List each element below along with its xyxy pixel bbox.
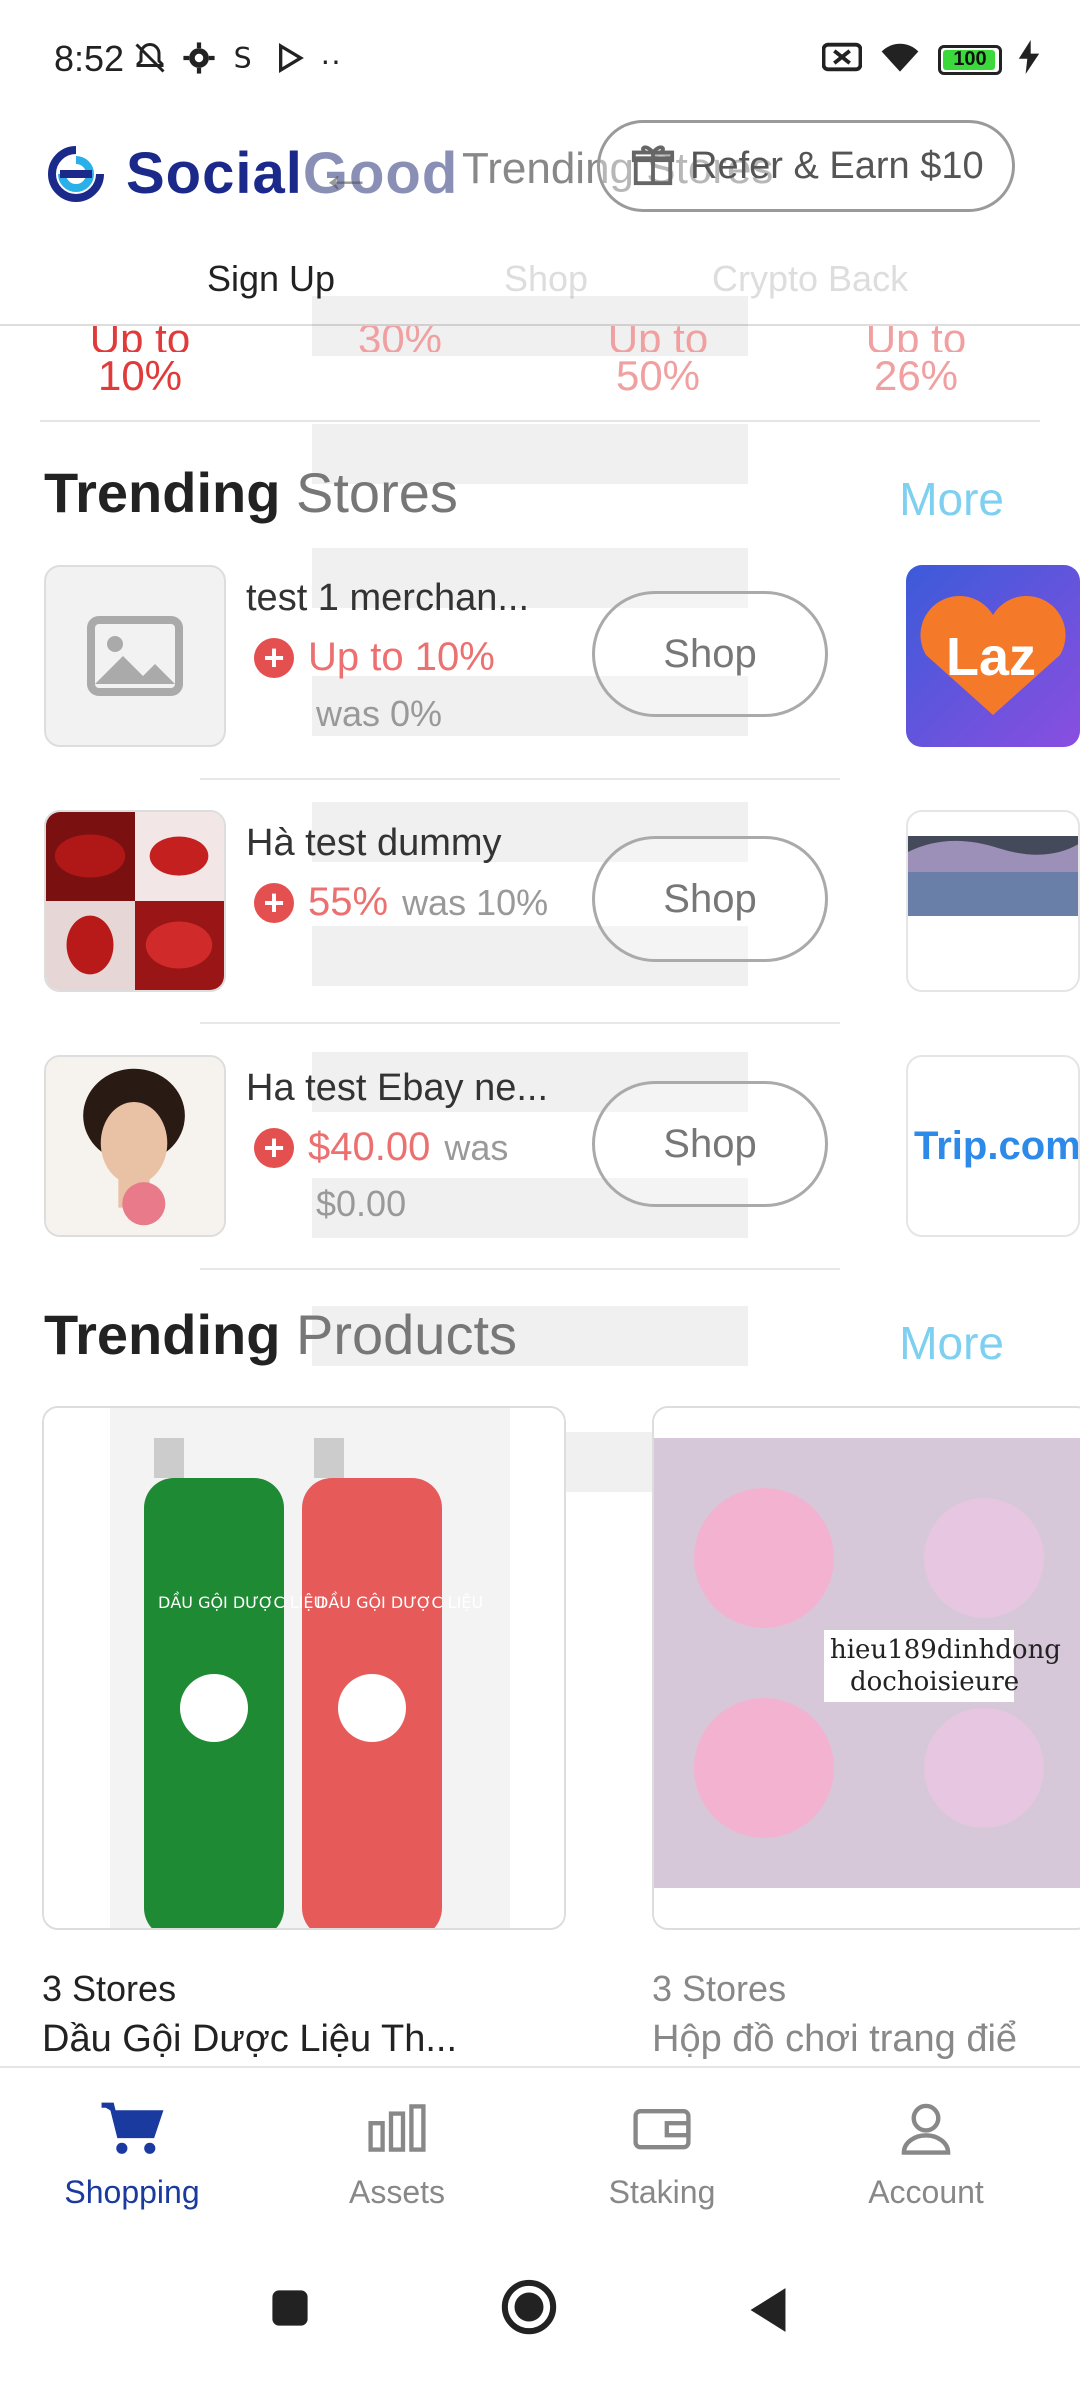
sync-icon: S — [230, 41, 260, 80]
gift-icon — [630, 141, 676, 192]
side-store-thumbnail[interactable]: Trip.com — [906, 1055, 1080, 1237]
charging-icon — [1018, 40, 1040, 79]
product-store-count: 3 Stores — [42, 1968, 177, 2009]
shop-button[interactable]: Shop — [592, 591, 828, 717]
store-row[interactable]: test 1 merchan... + Up to 10% was 0% Sho… — [44, 565, 1080, 755]
store-rate: + $40.00 was — [254, 1125, 508, 1170]
nav-shopping[interactable]: Shopping — [32, 2098, 232, 2211]
trending-products-more-link[interactable]: More — [899, 1316, 1004, 1370]
store-row[interactable]: Hà test dummy + 55% was 10% Shop — [44, 810, 1080, 1000]
system-navigation — [0, 2246, 1080, 2400]
divider — [200, 1268, 840, 1270]
store-was-rate: $0.00 — [316, 1183, 407, 1224]
trending-stores-more-link[interactable]: More — [899, 472, 1004, 526]
gear-icon — [182, 41, 216, 80]
product-card[interactable]: hieu189dinhdong dochoisieure — [652, 1406, 1080, 1930]
shop-button[interactable]: Shop — [592, 836, 828, 962]
product-card[interactable]: DẦU GỘI DƯỢC LIỆU DẦU GỘI DƯỢC LIỆU — [42, 1406, 566, 1930]
store-thumbnail — [44, 565, 226, 747]
product-name: Dầu Gội Dược Liệu Th... — [42, 2018, 458, 2060]
cashback-item[interactable]: 30% — [300, 326, 500, 352]
wallet-icon — [562, 2098, 762, 2158]
app-header: SocialGood ← Trending Stores Refer & Ear… — [0, 120, 1080, 240]
nav-assets[interactable]: Assets — [297, 2098, 497, 2211]
store-rate: + Up to 10% — [254, 635, 495, 680]
recents-button[interactable] — [268, 2286, 312, 2335]
store-thumbnail — [44, 1055, 226, 1237]
svg-text:dochoisieure: dochoisieure — [850, 1667, 1019, 1697]
cashback-strip: Up to 10% 30% Up to 50% Up to 26% — [40, 326, 1040, 422]
plus-icon: + — [254, 1127, 294, 1168]
tab-shop[interactable]: Shop — [504, 258, 588, 300]
tab-sign-up[interactable]: Sign Up — [207, 258, 335, 300]
person-icon — [826, 2098, 1026, 2158]
shop-button[interactable]: Shop — [592, 1081, 828, 1207]
divider — [200, 778, 840, 780]
store-name: Ha test Ebay ne... — [246, 1067, 549, 1109]
store-rate: + 55% was 10% — [254, 880, 548, 925]
status-bar: 8:52 S ·· 100 — [0, 0, 1080, 120]
divider — [200, 1022, 840, 1024]
side-store-thumbnail[interactable]: Laz — [906, 565, 1080, 747]
back-button[interactable] — [746, 2286, 790, 2339]
play-store-icon — [274, 41, 306, 80]
svg-text:hieu189dinhdong: hieu189dinhdong — [830, 1635, 1061, 1665]
product-store-count: 3 Stores — [652, 1968, 787, 2009]
store-row[interactable]: Ha test Ebay ne... + $40.00 was $0.00 Sh… — [44, 1055, 1080, 1245]
side-store-thumbnail[interactable] — [906, 810, 1080, 992]
cashback-item[interactable]: Up to 50% — [558, 326, 758, 400]
status-time: 8:52 — [54, 38, 125, 79]
trending-stores-title: Trending Stores — [44, 461, 458, 524]
product-name: Hộp đồ chơi trang điể — [652, 2018, 1018, 2060]
bottom-navigation: Shopping Assets Staking Account — [0, 2066, 1080, 2246]
store-thumbnail — [44, 810, 226, 992]
cashback-item[interactable]: Up to 10% — [40, 326, 240, 400]
svg-text:Laz: Laz — [946, 627, 1036, 687]
store-name: test 1 merchan... — [246, 577, 530, 619]
back-arrow-icon[interactable]: ← — [318, 140, 374, 205]
refer-earn-label: Refer & Earn $10 — [690, 144, 984, 187]
plus-icon: + — [254, 637, 294, 678]
brand-logo: SocialGood — [40, 140, 458, 207]
overflow-dots: ·· — [320, 42, 342, 78]
home-button[interactable] — [500, 2278, 558, 2341]
svg-text:DẦU GỘI DƯỢC LIỆU: DẦU GỘI DƯỢC LIỆU — [158, 1591, 325, 1612]
status-icons-left: S ·· — [132, 40, 341, 81]
svg-text:DẦU GỘI DƯỢC LIỆU: DẦU GỘI DƯỢC LIỆU — [316, 1591, 483, 1612]
battery-indicator: 100 — [938, 44, 1002, 75]
bell-off-icon — [132, 40, 168, 81]
image-placeholder-icon — [87, 616, 183, 696]
logo-text-a: Social — [126, 141, 303, 206]
refer-earn-button[interactable]: Refer & Earn $10 — [597, 120, 1015, 212]
wifi-icon — [878, 40, 922, 79]
svg-text:S: S — [234, 42, 252, 75]
store-was-rate: was 0% — [316, 693, 443, 734]
cashback-item[interactable]: Up to 26% — [816, 326, 1016, 400]
status-icons-right: 100 — [821, 40, 1040, 79]
tab-crypto-back[interactable]: Crypto Back — [712, 258, 908, 300]
nav-staking[interactable]: Staking — [562, 2098, 762, 2211]
store-name: Hà test dummy — [246, 822, 502, 864]
product-image: hieu189dinhdong dochoisieure — [654, 1408, 1080, 1928]
plus-icon: + — [254, 882, 294, 923]
bar-chart-icon — [297, 2098, 497, 2158]
nav-account[interactable]: Account — [826, 2098, 1026, 2211]
logo-mark-icon — [48, 145, 104, 202]
sim-off-icon — [821, 41, 863, 78]
trending-products-title: Trending Products — [44, 1303, 518, 1366]
product-image: DẦU GỘI DƯỢC LIỆU DẦU GỘI DƯỢC LIỆU — [44, 1408, 564, 1928]
cart-icon — [32, 2098, 232, 2158]
